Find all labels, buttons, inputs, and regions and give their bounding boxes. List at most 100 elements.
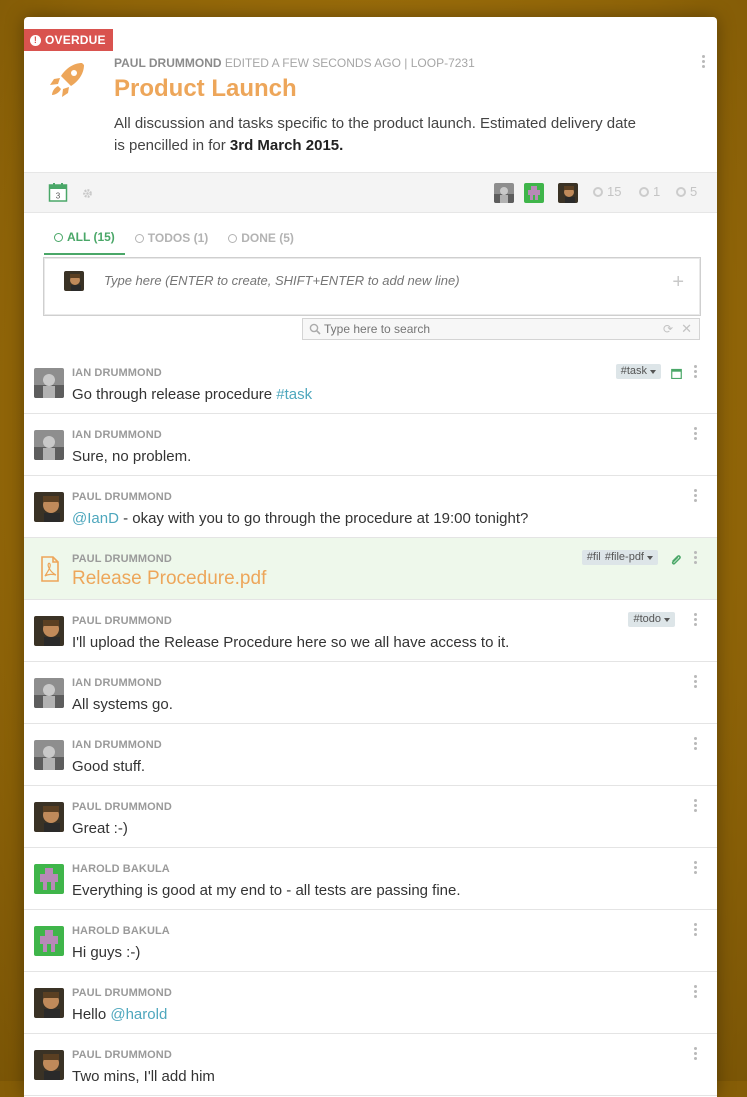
overdue-label: OVERDUE xyxy=(45,33,106,47)
feed-item[interactable]: PAUL DRUMMOND Hello @harold xyxy=(24,972,717,1034)
feed-message: Go through release procedure #task xyxy=(72,386,312,403)
mention-link[interactable]: @harold xyxy=(110,1006,167,1023)
more-icon[interactable] xyxy=(701,55,705,68)
mention-link[interactable]: @IanD xyxy=(72,510,119,527)
feed-item[interactable]: PAUL DRUMMOND @IanD - okay with you to g… xyxy=(24,476,717,538)
search-input[interactable] xyxy=(324,322,644,336)
calendar-icon[interactable]: 3 xyxy=(48,182,68,202)
more-icon[interactable] xyxy=(694,489,697,502)
loop-description-text: All discussion and tasks specific to the… xyxy=(114,115,636,154)
tag-todo[interactable]: #todo xyxy=(628,612,675,627)
avatar-harold[interactable] xyxy=(524,183,544,203)
feed-list: IAN DRUMMOND Go through release procedur… xyxy=(24,352,717,1096)
avatar xyxy=(34,368,64,398)
feed-text: Go through release procedure xyxy=(72,386,277,403)
caret-down-icon xyxy=(664,617,670,622)
stat-todos: 1 xyxy=(639,184,660,199)
feed-message: All systems go. xyxy=(72,696,173,713)
tab-todos-label: TODOS (1) xyxy=(147,231,209,245)
more-icon[interactable] xyxy=(694,799,697,812)
tab-done[interactable]: DONE (5) xyxy=(218,225,304,255)
more-icon[interactable] xyxy=(694,427,697,440)
avatar xyxy=(64,271,84,291)
tab-all-label: ALL (15) xyxy=(67,230,115,244)
calendar-icon[interactable] xyxy=(671,368,682,379)
feed-item[interactable]: IAN DRUMMOND Go through release procedur… xyxy=(24,352,717,414)
tag-label: #todo xyxy=(633,613,661,625)
tab-done-label: DONE (5) xyxy=(241,231,294,245)
more-icon[interactable] xyxy=(694,861,697,874)
avatar-paul[interactable] xyxy=(558,183,578,203)
composer-input[interactable] xyxy=(104,273,644,288)
alert-icon: ! xyxy=(30,34,41,46)
search-bar: ⟳ ✕ xyxy=(302,318,700,340)
overdue-badge: ! OVERDUE xyxy=(24,29,113,51)
tab-todos[interactable]: TODOS (1) xyxy=(125,225,218,255)
feed-item[interactable]: PAUL DRUMMOND Great :-) xyxy=(24,786,717,848)
gear-icon[interactable] xyxy=(82,188,93,199)
loop-delivery-date: 3rd March 2015. xyxy=(229,137,344,154)
loop-card: ! OVERDUE PAUL DRUMMOND EDITED A FEW SEC… xyxy=(24,17,717,1097)
hashtag-link[interactable]: #task xyxy=(276,386,312,403)
feed-author: IAN DRUMMOND xyxy=(72,677,162,689)
loop-title[interactable]: Product Launch xyxy=(114,75,297,103)
feed-message: Everything is good at my end to - all te… xyxy=(72,882,461,899)
more-icon[interactable] xyxy=(694,551,697,564)
feed-message: Great :-) xyxy=(72,820,128,837)
tag-label: #task xyxy=(620,365,647,377)
more-icon[interactable] xyxy=(694,365,697,378)
feed-message: Good stuff. xyxy=(72,758,146,775)
more-icon[interactable] xyxy=(694,737,697,750)
feed-item[interactable]: HAROLD BAKULA Everything is good at my e… xyxy=(24,848,717,910)
avatar xyxy=(34,430,64,460)
refresh-icon[interactable]: ⟳ xyxy=(663,322,673,336)
todo-icon xyxy=(639,186,649,197)
clear-search-icon[interactable]: ✕ xyxy=(681,321,692,337)
feed-message: Two mins, I'll add him xyxy=(72,1068,215,1085)
avatar xyxy=(34,988,64,1018)
composer: + xyxy=(43,257,701,316)
feed-tabs: ALL (15) TODOS (1) DONE (5) xyxy=(44,225,304,255)
more-icon[interactable] xyxy=(694,675,697,688)
loop-meta: PAUL DRUMMOND EDITED A FEW SECONDS AGO |… xyxy=(114,56,475,70)
feed-item[interactable]: IAN DRUMMOND All systems go. xyxy=(24,662,717,724)
feed-author: HAROLD BAKULA xyxy=(72,863,170,875)
feed-author: HAROLD BAKULA xyxy=(72,925,170,937)
feed-author: PAUL DRUMMOND xyxy=(72,553,172,565)
loop-toolbar: 3 15 1 5 xyxy=(24,172,717,213)
paperclip-icon[interactable] xyxy=(669,553,683,567)
more-icon[interactable] xyxy=(694,985,697,998)
tag-task[interactable]: #task xyxy=(615,364,661,379)
loop-author: PAUL DRUMMOND xyxy=(114,56,222,70)
rocket-icon xyxy=(50,63,84,97)
tag-file-pdf[interactable]: #file-pdf xyxy=(599,550,658,565)
feed-author: PAUL DRUMMOND xyxy=(72,615,172,627)
check-icon xyxy=(228,233,238,243)
loop-edited: EDITED A FEW SECONDS AGO | LOOP-7231 xyxy=(224,56,475,70)
avatar-ian[interactable] xyxy=(494,183,514,203)
feed-item[interactable]: IAN DRUMMOND Good stuff. xyxy=(24,724,717,786)
avatar xyxy=(34,864,64,894)
feed-item[interactable]: PAUL DRUMMOND I'll upload the Release Pr… xyxy=(24,600,717,662)
stat-todos-value: 1 xyxy=(653,184,661,199)
loop-description: All discussion and tasks specific to the… xyxy=(114,113,644,157)
more-icon[interactable] xyxy=(694,923,697,936)
feed-item[interactable]: HAROLD BAKULA Hi guys :-) xyxy=(24,910,717,972)
stat-done-value: 5 xyxy=(690,184,698,199)
more-icon[interactable] xyxy=(694,1047,697,1060)
feed-item-file[interactable]: PAUL DRUMMOND Release Procedure.pdf #fil… xyxy=(24,538,717,600)
avatar xyxy=(34,616,64,646)
feed-item[interactable]: PAUL DRUMMOND Two mins, I'll add him xyxy=(24,1034,717,1096)
loop-menu-button[interactable] xyxy=(701,55,705,68)
add-button[interactable]: + xyxy=(672,272,684,292)
avatar xyxy=(34,802,64,832)
more-icon[interactable] xyxy=(694,613,697,626)
tab-all[interactable]: ALL (15) xyxy=(44,225,125,255)
file-link[interactable]: Release Procedure.pdf xyxy=(72,568,266,590)
caret-down-icon xyxy=(650,369,656,374)
feed-message: Hello @harold xyxy=(72,1006,167,1023)
feed-text: - okay with you to go through the proced… xyxy=(118,510,529,527)
todo-icon xyxy=(134,233,144,243)
feed-author: PAUL DRUMMOND xyxy=(72,491,172,503)
feed-item[interactable]: IAN DRUMMOND Sure, no problem. xyxy=(24,414,717,476)
